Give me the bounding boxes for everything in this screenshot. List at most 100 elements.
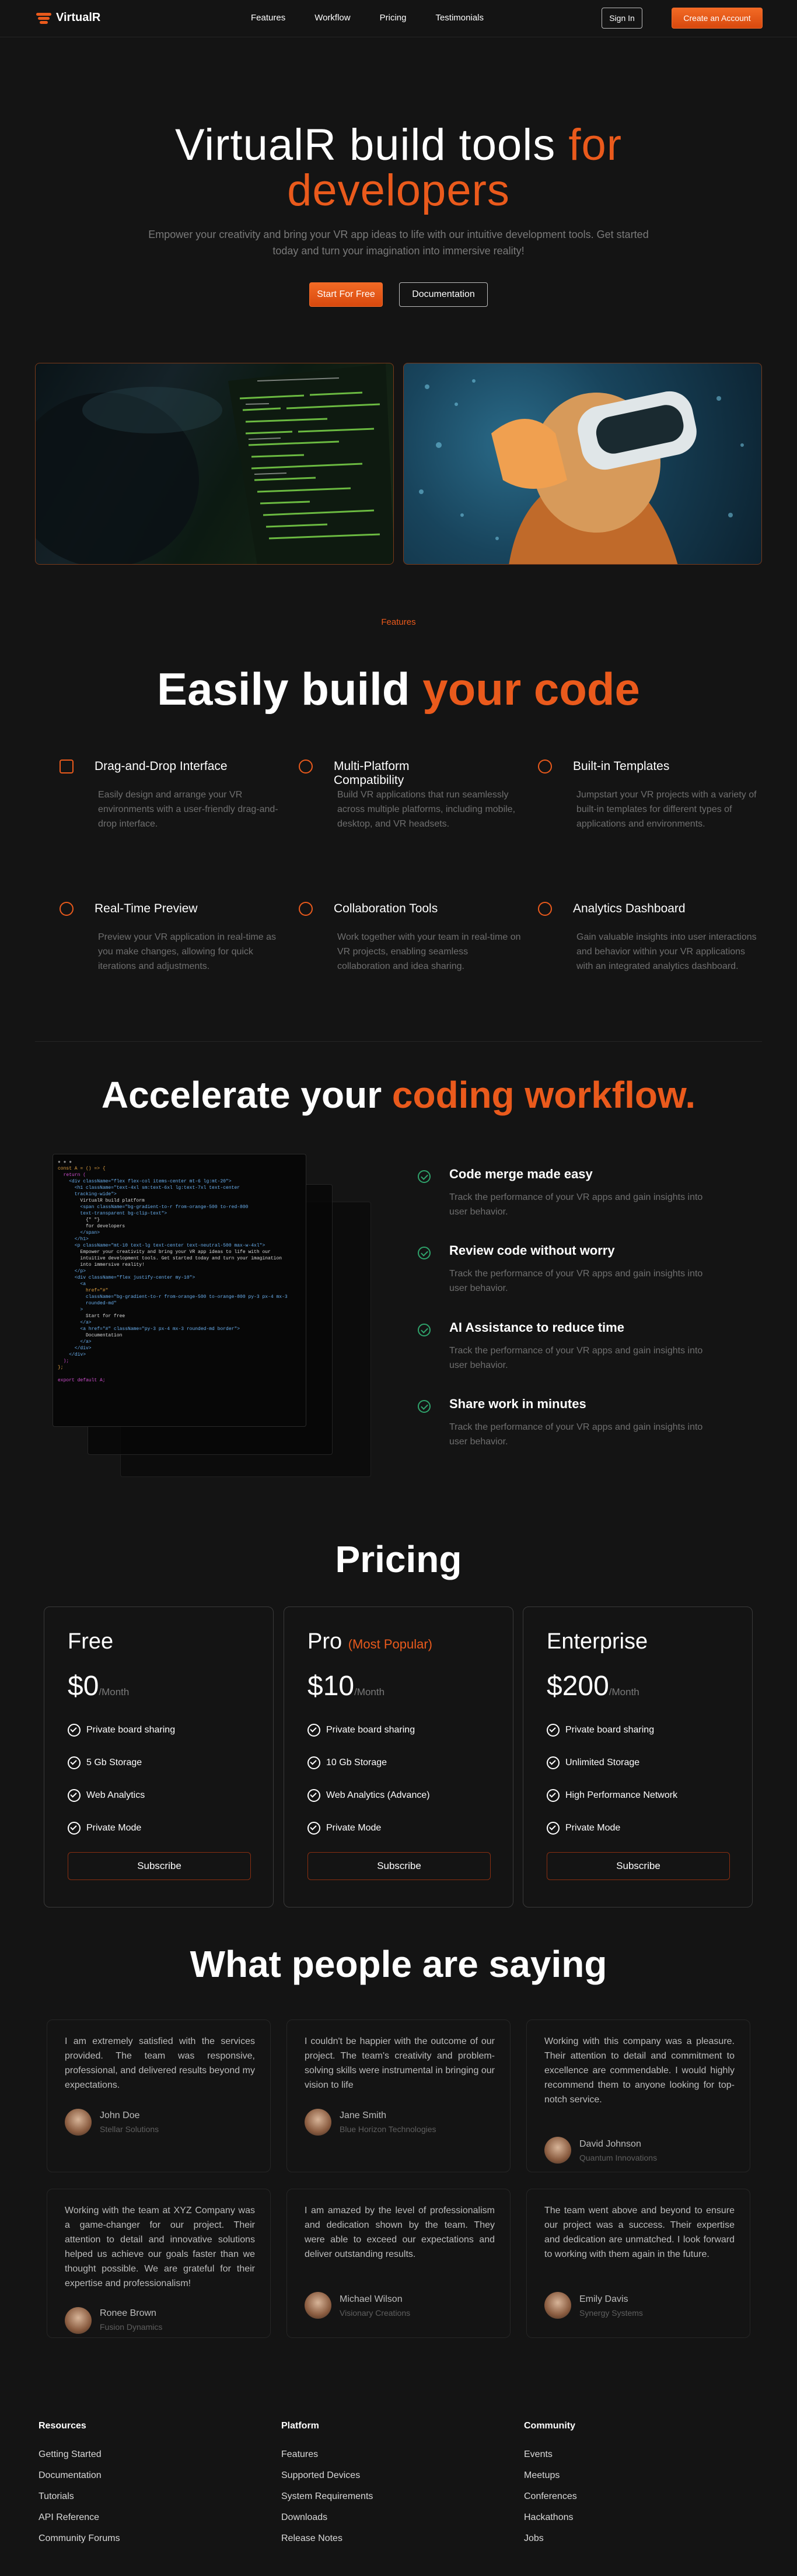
- popular-badge: (Most Popular): [348, 1637, 432, 1651]
- footer-heading: Platform: [281, 2421, 319, 2431]
- feature-name: Drag-and-Drop Interface: [95, 760, 228, 773]
- template-icon: [538, 760, 552, 774]
- testimonial-company: Visionary Creations: [340, 2308, 411, 2318]
- analytics-icon: [538, 902, 552, 916]
- footer-link[interactable]: Jobs: [524, 2528, 577, 2549]
- plan-name: Free: [68, 1629, 114, 1654]
- plan-price: $200/Month: [547, 1670, 639, 1702]
- footer-link[interactable]: Documentation: [39, 2465, 120, 2486]
- footer-link[interactable]: System Requirements: [281, 2486, 373, 2507]
- feature-desc: Easily design and arrange your VR enviro…: [98, 790, 278, 829]
- avatar: [544, 2292, 571, 2319]
- footer-link[interactable]: Hackathons: [524, 2507, 577, 2528]
- brand-logo[interactable]: VirtualR: [36, 11, 100, 24]
- testimonial-quote: The team went above and beyond to ensure…: [544, 2206, 735, 2259]
- workflow-item-title: AI Assistance to reduce time: [449, 1320, 624, 1335]
- plan-feature: Private board sharing: [307, 1724, 494, 1756]
- plan-feature: Private board sharing: [547, 1724, 733, 1756]
- plan-feature: Web Analytics: [68, 1789, 254, 1822]
- footer-link[interactable]: Supported Devices: [281, 2465, 373, 2486]
- footer-link[interactable]: Tutorials: [39, 2486, 120, 2507]
- avatar: [65, 2109, 92, 2136]
- brand-name: VirtualR: [56, 11, 101, 24]
- testimonial-card: I am amazed by the level of professional…: [286, 2189, 511, 2338]
- sign-in-button[interactable]: Sign In: [602, 8, 642, 29]
- section-divider: [35, 1041, 762, 1042]
- feature-name: Real-Time Preview: [95, 902, 198, 915]
- footer-heading: Resources: [39, 2421, 86, 2431]
- footer-link[interactable]: Community Forums: [39, 2528, 120, 2549]
- start-free-button[interactable]: Start For Free: [309, 282, 383, 307]
- feature-name: Multi-Platform Compatibility: [334, 760, 410, 787]
- footer-link[interactable]: Getting Started: [39, 2444, 120, 2465]
- code-screen-illustration: [36, 363, 393, 564]
- documentation-button[interactable]: Documentation: [399, 282, 488, 307]
- plan-name: Enterprise: [547, 1629, 648, 1654]
- footer-link[interactable]: API Reference: [39, 2507, 120, 2528]
- plan-price-value: $10: [307, 1671, 355, 1702]
- avatar: [305, 2109, 331, 2136]
- footer-link[interactable]: Events: [524, 2444, 577, 2465]
- footer-link[interactable]: Conferences: [524, 2486, 577, 2507]
- plan-feature: Unlimited Storage: [547, 1756, 733, 1789]
- pricing-title: Pricing: [335, 1538, 462, 1580]
- nav-features[interactable]: Features: [251, 13, 285, 23]
- nav-testimonials[interactable]: Testimonials: [435, 13, 484, 23]
- workflow-item-desc: Track the performance of your VR apps an…: [449, 1346, 703, 1370]
- footer-link[interactable]: Release Notes: [281, 2528, 373, 2549]
- testimonial-company: Blue Horizon Technologies: [340, 2124, 436, 2134]
- plan-feature: Private board sharing: [68, 1724, 254, 1756]
- testimonial-card: Working with the team at XYZ Company was…: [47, 2189, 271, 2338]
- nav-workflow[interactable]: Workflow: [314, 13, 350, 23]
- subscribe-button[interactable]: Subscribe: [68, 1852, 251, 1880]
- subscribe-button[interactable]: Subscribe: [547, 1852, 730, 1880]
- footer-column-resources: Resources Getting Started Documentation …: [39, 2421, 120, 2549]
- plan-name-text: Pro: [307, 1629, 342, 1654]
- hero-image-vr: [403, 363, 762, 565]
- testimonial-card: The team went above and beyond to ensure…: [526, 2189, 750, 2338]
- testimonial-quote: I am amazed by the level of professional…: [305, 2206, 495, 2259]
- features-title: Easily build your code: [0, 665, 797, 713]
- plan-features: Private board sharing 10 Gb Storage Web …: [307, 1724, 494, 1854]
- create-account-button[interactable]: Create an Account: [672, 8, 763, 29]
- hero-subtitle: Empower your creativity and bring your V…: [148, 229, 649, 257]
- plan-price-value: $0: [68, 1671, 99, 1702]
- preview-icon: [60, 902, 74, 916]
- check-circle-icon: [418, 1400, 431, 1413]
- testimonial-company: Quantum Innovations: [579, 2153, 658, 2162]
- plan-price-value: $200: [547, 1671, 609, 1702]
- plan-features: Private board sharing 5 Gb Storage Web A…: [68, 1724, 254, 1854]
- plan-feature: 10 Gb Storage: [307, 1756, 494, 1789]
- workflow-title: Accelerate your coding workflow.: [0, 1074, 797, 1115]
- plan-card-enterprise: Enterprise $200/Month Private board shar…: [523, 1606, 753, 1908]
- features-title-accent: your code: [422, 663, 640, 715]
- avatar: [305, 2292, 331, 2319]
- footer-link[interactable]: Downloads: [281, 2507, 373, 2528]
- main-nav: Features Workflow Pricing Testimonials: [251, 13, 484, 23]
- globe-icon: [299, 760, 313, 774]
- plan-feature: Private Mode: [307, 1822, 494, 1854]
- footer-link[interactable]: Meetups: [524, 2465, 577, 2486]
- plan-feature: High Performance Network: [547, 1789, 733, 1822]
- hero-title-accent-1: for: [568, 120, 623, 170]
- plan-features: Private board sharing Unlimited Storage …: [547, 1724, 733, 1854]
- plan-name: Pro (Most Popular): [307, 1629, 432, 1654]
- testimonial-name: Ronee Brown: [100, 2308, 156, 2318]
- hero-image-code: [35, 363, 394, 565]
- hero-title-accent-2: developers: [287, 166, 510, 215]
- plan-period: /Month: [354, 1686, 385, 1698]
- plan-price: $10/Month: [307, 1670, 384, 1702]
- subscribe-button[interactable]: Subscribe: [307, 1852, 491, 1880]
- workflow-item-title: Code merge made easy: [449, 1167, 593, 1181]
- feature-desc: Build VR applications that run seamlessl…: [337, 790, 516, 829]
- footer-link[interactable]: Features: [281, 2444, 373, 2465]
- hero-title: VirtualR build tools for developers: [0, 123, 797, 214]
- check-circle-icon: [418, 1324, 431, 1336]
- nav-pricing[interactable]: Pricing: [380, 13, 407, 23]
- hero-title-main: VirtualR build tools: [174, 120, 556, 170]
- feature-name: Analytics Dashboard: [573, 902, 686, 915]
- drag-drop-icon: [60, 760, 74, 774]
- workflow-title-main: Accelerate your: [101, 1074, 382, 1116]
- testimonial-company: Synergy Systems: [579, 2308, 643, 2318]
- workflow-item-desc: Track the performance of your VR apps an…: [449, 1192, 703, 1217]
